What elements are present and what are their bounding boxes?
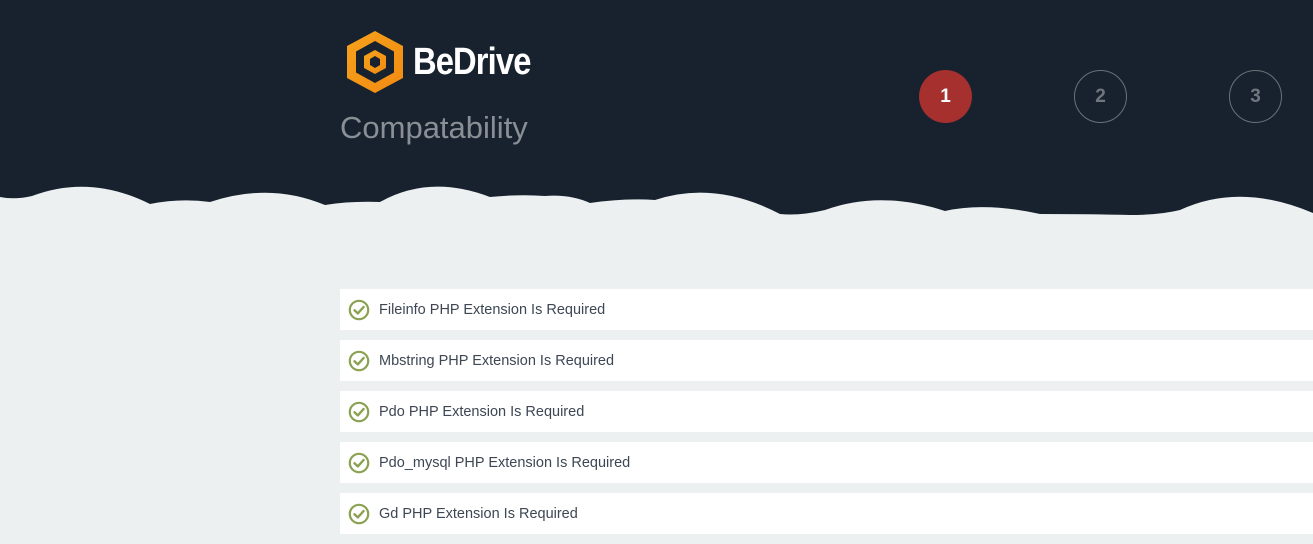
requirement-label: Pdo PHP Extension Is Required [379, 403, 585, 420]
step-1-indicator: 1 [919, 70, 972, 123]
brand-logo: BeDrive [343, 29, 550, 95]
step-2-indicator: 2 [1074, 70, 1127, 123]
check-circle-icon [348, 350, 370, 371]
step-3-indicator: 3 [1229, 70, 1282, 123]
cloud-divider [0, 186, 1313, 236]
requirement-label: Pdo_mysql PHP Extension Is Required [379, 454, 631, 471]
requirement-row: Mbstring PHP Extension Is Required [340, 340, 1313, 381]
brand-name: BeDrive [413, 40, 531, 83]
check-circle-icon [348, 452, 370, 473]
requirement-row: Gd PHP Extension Is Required [340, 493, 1313, 534]
requirements-list: Fileinfo PHP Extension Is Required Mbstr… [340, 289, 1313, 544]
check-circle-icon [348, 503, 370, 524]
requirement-row: Pdo PHP Extension Is Required [340, 391, 1313, 432]
check-circle-icon [348, 299, 370, 320]
hexagon-logo-icon [347, 31, 403, 93]
check-circle-icon [348, 401, 370, 422]
page-title: Compatability [340, 110, 528, 145]
requirement-label: Fileinfo PHP Extension Is Required [379, 301, 606, 318]
requirement-row: Pdo_mysql PHP Extension Is Required [340, 442, 1313, 483]
requirement-label: Mbstring PHP Extension Is Required [379, 352, 615, 369]
requirement-label: Gd PHP Extension Is Required [379, 505, 578, 522]
requirement-row: Fileinfo PHP Extension Is Required [340, 289, 1313, 330]
